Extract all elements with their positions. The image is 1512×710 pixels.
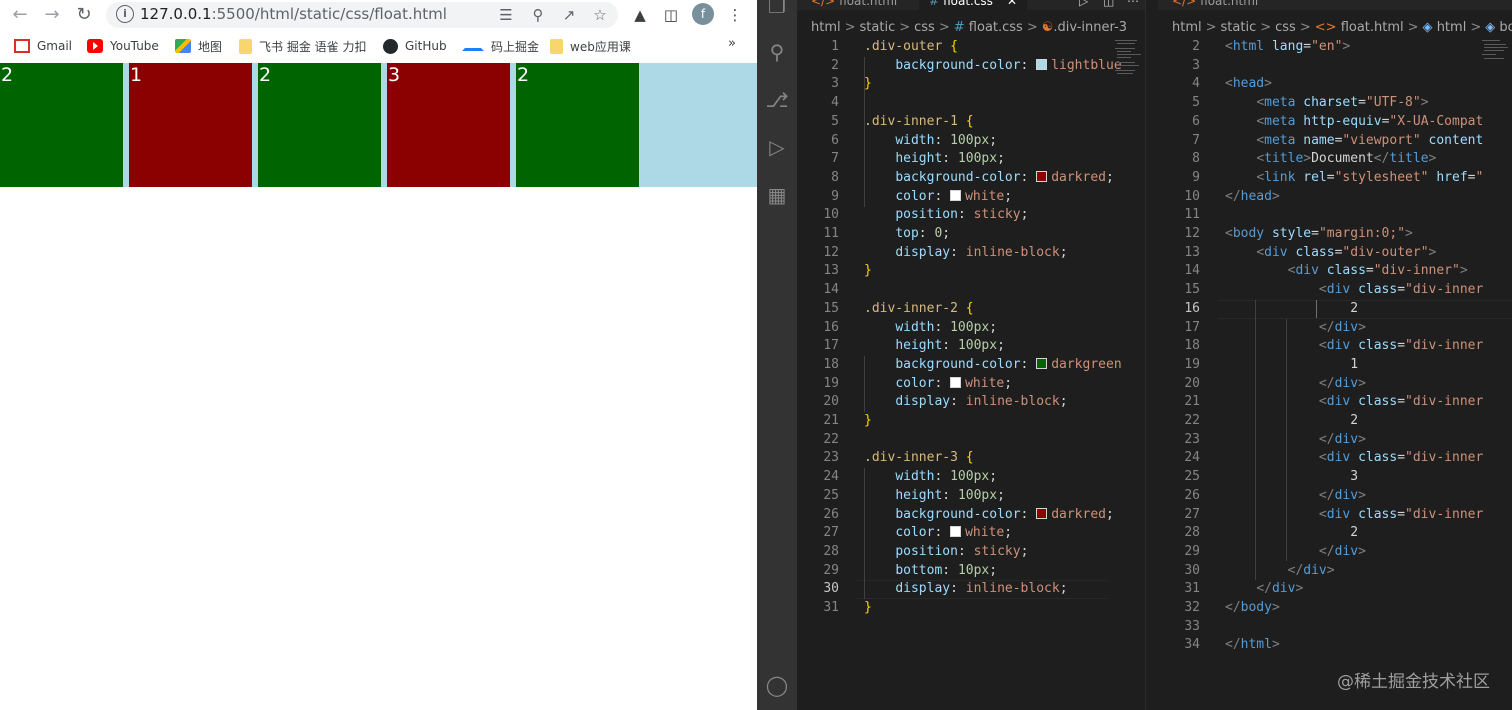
browser-toolbar: ← → ↻ i 127.0.0.1:5500/html/static/css/f…	[0, 0, 757, 30]
bookmark-juejin[interactable]: 码上掘金	[462, 37, 539, 55]
juejin-icon	[462, 42, 484, 51]
tab-float-css[interactable]: # float.css ✕	[919, 0, 1027, 10]
breadcrumb-item[interactable]: body	[1499, 20, 1512, 35]
bookmark-label: GitHub	[405, 39, 447, 53]
url-host: 127.0.0.1	[140, 5, 212, 23]
profile-avatar[interactable]: f	[692, 3, 714, 25]
breadcrumb-item[interactable]: html	[811, 20, 841, 35]
back-button[interactable]: ←	[8, 3, 32, 27]
extensions-icon[interactable]: ▲	[630, 5, 650, 25]
maps-icon	[175, 39, 191, 53]
css-file-icon: #	[953, 20, 965, 35]
bookmark-gmail[interactable]: Gmail	[14, 37, 72, 55]
breadcrumb-item[interactable]: float.css	[969, 20, 1023, 35]
more-actions-icon[interactable]: ⋯	[1127, 0, 1139, 8]
div-outer: 2 1 2 3 2	[0, 63, 757, 187]
minimap[interactable]	[1480, 38, 1512, 98]
close-icon[interactable]: ✕	[1007, 0, 1017, 8]
selector-icon: ☯	[1041, 20, 1054, 35]
breadcrumb-item[interactable]: float.html	[1341, 20, 1404, 35]
breadcrumb: html > static > css > # float.css > ☯.div-inner-…	[811, 20, 1127, 35]
activity-bar: ❐ ⚲ ⎇ ▷ ▦ ◯	[757, 0, 797, 710]
bookmark-folder-web[interactable]: web应用课	[550, 37, 631, 55]
tab-label: float.html	[839, 0, 898, 8]
folder-icon	[239, 38, 252, 54]
gmail-icon	[14, 39, 30, 53]
split-editor-icon[interactable]: ◫	[1103, 0, 1114, 8]
site-info-icon[interactable]: i	[116, 5, 134, 23]
translate-icon[interactable]: ☰	[496, 5, 516, 25]
folder-icon	[550, 38, 563, 54]
tab-label: float.css	[943, 0, 993, 8]
youtube-icon	[87, 39, 103, 53]
bookmark-github[interactable]: GitHub	[383, 37, 447, 55]
forward-button[interactable]: →	[40, 3, 64, 27]
explorer-icon[interactable]: ❐	[763, 0, 791, 20]
side-panel-icon[interactable]: ◫	[661, 5, 681, 25]
breadcrumb-item[interactable]: .div-inner-3	[1053, 20, 1127, 35]
editor-tabs: </> float.html	[1158, 0, 1512, 10]
reload-button[interactable]: ↻	[72, 3, 96, 27]
share-icon[interactable]: ↗	[559, 5, 579, 25]
account-icon[interactable]: ◯	[763, 671, 791, 699]
inner-box: 1	[129, 63, 252, 187]
watermark: @稀土掘金技术社区	[1337, 672, 1490, 692]
bookmark-maps[interactable]: 地图	[175, 37, 222, 55]
run-icon[interactable]: ▷	[1079, 0, 1088, 8]
bookmark-label: web应用课	[570, 39, 631, 54]
run-debug-icon[interactable]: ▷	[763, 133, 791, 161]
extensions-icon[interactable]: ▦	[763, 181, 791, 209]
bookmark-label: YouTube	[110, 39, 159, 53]
page-viewport: 2 1 2 3 2	[0, 63, 757, 710]
element-icon: ◈	[1485, 20, 1496, 35]
bookmarks-bar: Gmail YouTube 地图 飞书 掘金 语雀 力扣 GitHub 码上掘金…	[0, 33, 757, 59]
breadcrumb-item[interactable]: html	[1437, 20, 1467, 35]
url-text[interactable]: 127.0.0.1:5500/html/static/css/float.htm…	[140, 5, 447, 23]
breadcrumb-item[interactable]: static	[860, 20, 896, 35]
inner-box: 2	[258, 63, 381, 187]
bookmark-star-icon[interactable]: ☆	[590, 5, 610, 25]
tab-float-html[interactable]: </> float.html	[1172, 0, 1258, 10]
bookmark-label: 地图	[198, 39, 223, 54]
bookmark-label: 码上掘金	[491, 39, 540, 54]
breadcrumb: html > static > css > <> float.html > ◈ html > ◈ b…	[1172, 20, 1512, 38]
inner-box: 2	[0, 63, 123, 187]
editor-html[interactable]: </> float.html html > static > css > <> float.h…	[1158, 0, 1512, 710]
vscode-window: ❐ ⚲ ⎇ ▷ ▦ ◯ </> float.html # float.css ✕ ▷ …	[757, 0, 1512, 710]
browser-window: ← → ↻ i 127.0.0.1:5500/html/static/css/f…	[0, 0, 757, 710]
breadcrumb-item[interactable]: css	[1275, 20, 1296, 35]
editor-css[interactable]: </> float.html # float.css ✕ ▷ ◫ ⋯ html > sta…	[797, 0, 1145, 710]
url-path: :5500/html/static/css/float.html	[211, 5, 447, 23]
editor-tabs: </> float.html # float.css ✕ ▷ ◫ ⋯	[797, 0, 1145, 10]
search-icon[interactable]: ⚲	[763, 38, 791, 66]
zoom-icon[interactable]: ⚲	[528, 5, 548, 25]
source-control-icon[interactable]: ⎇	[763, 86, 791, 114]
breadcrumb-item[interactable]: static	[1221, 20, 1257, 35]
breadcrumb-item[interactable]: css	[914, 20, 935, 35]
element-icon: ◈	[1422, 20, 1433, 35]
breadcrumb-item[interactable]: html	[1172, 20, 1202, 35]
minimap[interactable]	[1113, 38, 1145, 98]
bookmark-folder-tools[interactable]: 飞书 掘金 语雀 力扣	[239, 37, 366, 55]
tab-label: float.html	[1200, 0, 1259, 8]
editor-split-divider[interactable]	[1145, 0, 1159, 710]
bookmark-label: 飞书 掘金 语雀 力扣	[259, 39, 367, 54]
menu-kebab-icon[interactable]: ⋮	[725, 5, 745, 25]
html-file-icon: <>	[1314, 20, 1337, 35]
address-bar[interactable]: i 127.0.0.1:5500/html/static/css/float.h…	[106, 2, 618, 28]
tab-float-html[interactable]: </> float.html	[811, 0, 897, 10]
bookmark-youtube[interactable]: YouTube	[87, 37, 159, 55]
inner-box: 3	[387, 63, 510, 187]
inner-box: 2	[516, 63, 639, 187]
github-icon	[383, 38, 398, 54]
bookmarks-overflow-button[interactable]: »	[728, 36, 736, 51]
bookmark-label: Gmail	[37, 39, 73, 53]
